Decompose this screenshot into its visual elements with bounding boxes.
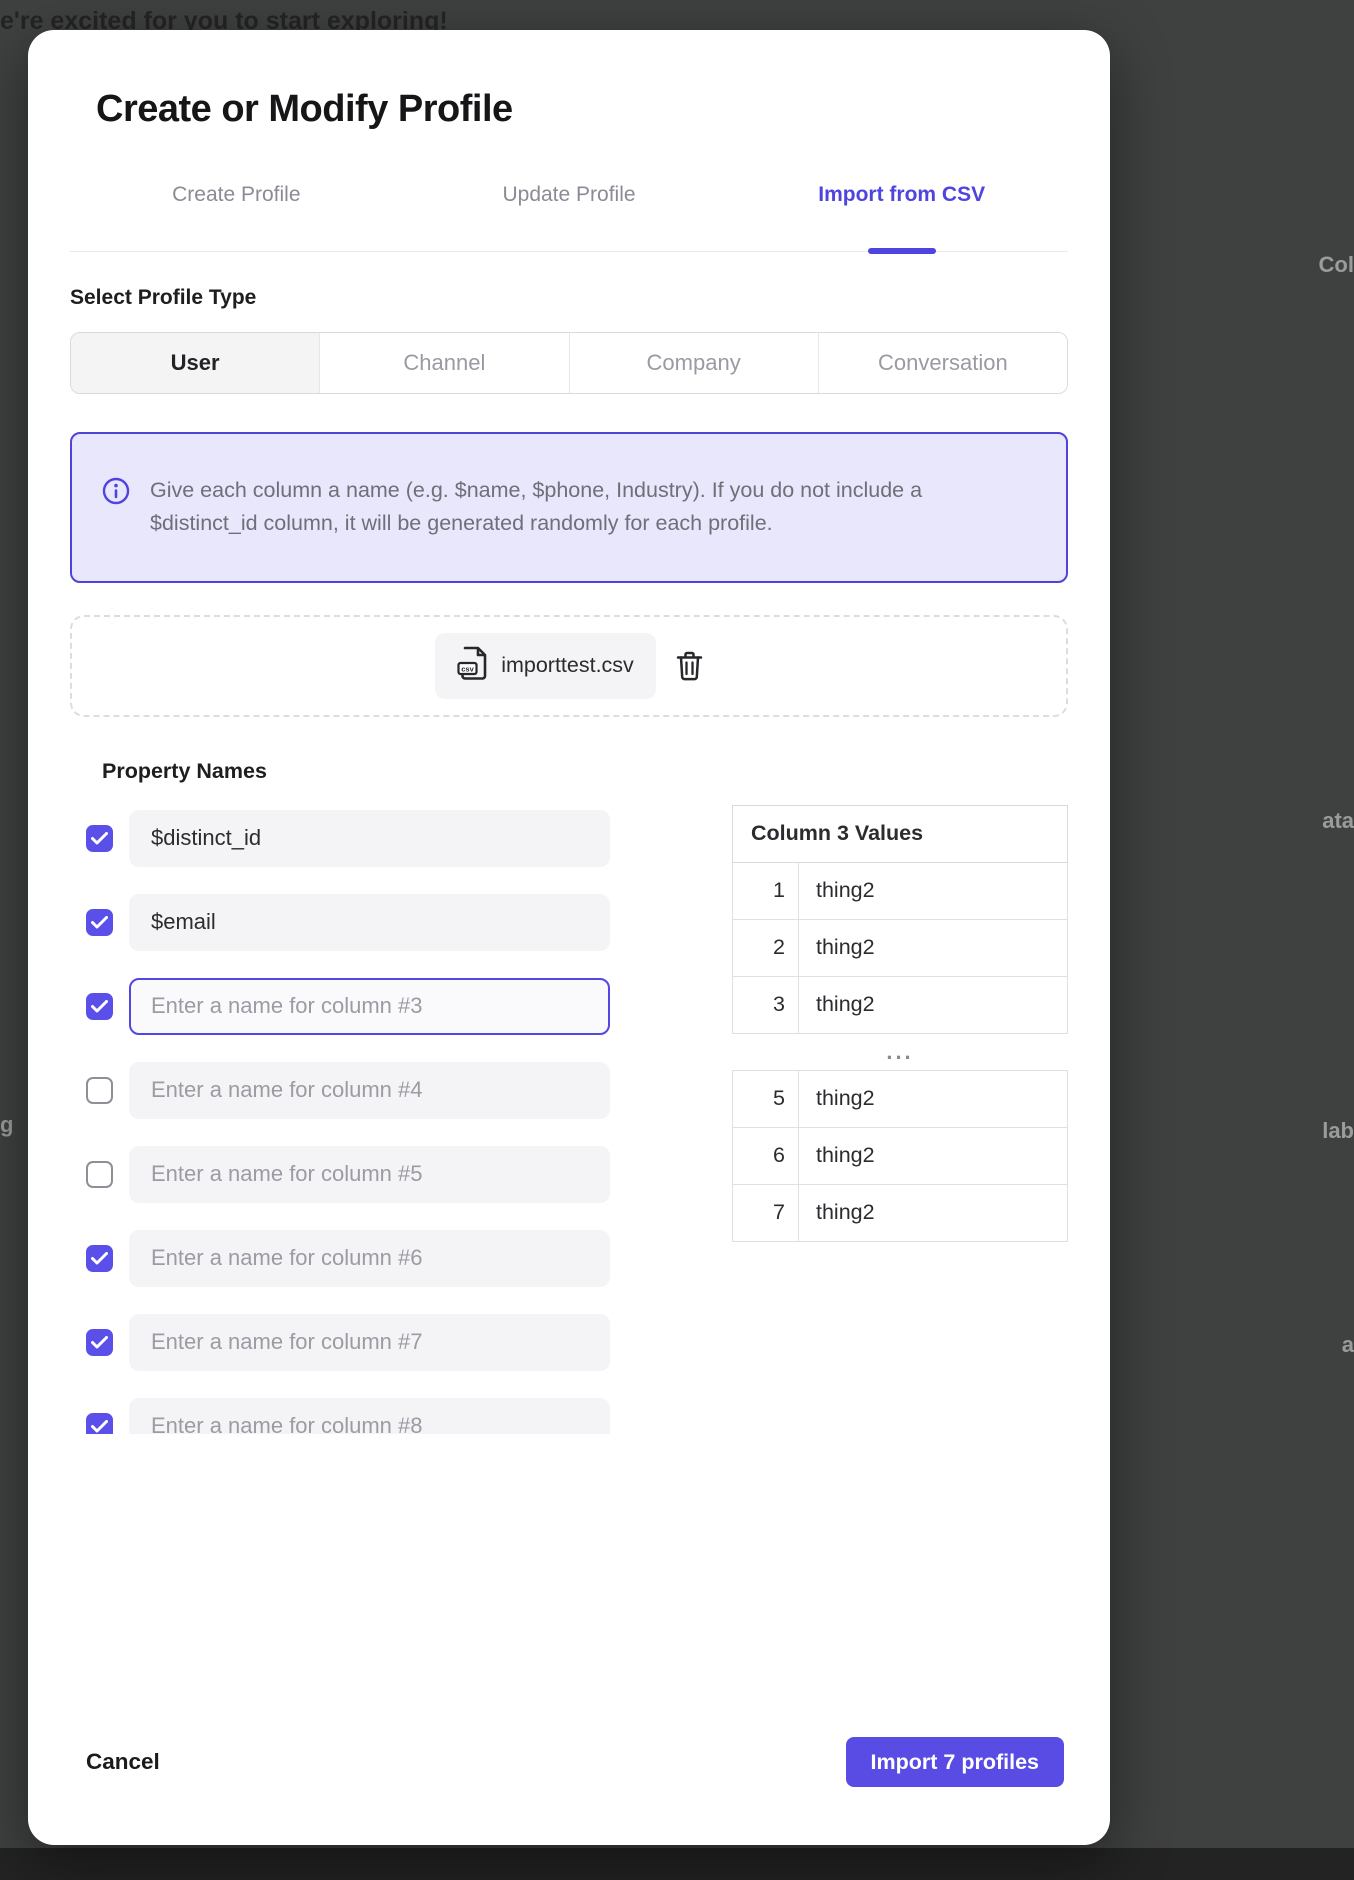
row-value: thing2	[799, 1127, 1068, 1184]
svg-text:csv: csv	[461, 664, 474, 673]
column-7-name-input[interactable]	[129, 1314, 610, 1371]
column-6-name-input[interactable]	[129, 1230, 610, 1287]
uploaded-file-name: importtest.csv	[501, 653, 634, 678]
background-fragment: lab	[1322, 1118, 1354, 1144]
profile-type-channel[interactable]: Channel	[319, 333, 568, 393]
trash-icon[interactable]	[676, 651, 703, 681]
column-values-table-bottom: 5 thing2 6 thing2 7 thing2	[732, 1070, 1068, 1242]
info-banner-text: Give each column a name (e.g. $name, $ph…	[150, 474, 1030, 541]
row-value: thing2	[799, 862, 1068, 919]
background-fragment: a	[1342, 1332, 1354, 1358]
column-4-checkbox[interactable]	[86, 1077, 113, 1104]
row-value: thing2	[799, 919, 1068, 976]
property-row-8	[86, 1398, 610, 1434]
table-row: 5 thing2	[733, 1070, 1068, 1127]
cancel-button[interactable]: Cancel	[86, 1749, 160, 1775]
table-row: 1 thing2	[733, 862, 1068, 919]
row-value: thing2	[799, 1184, 1068, 1241]
select-profile-type-label: Select Profile Type	[70, 286, 1068, 310]
property-row-3	[86, 978, 610, 1035]
tab-update-profile[interactable]: Update Profile	[403, 183, 736, 251]
profile-type-conversation[interactable]: Conversation	[818, 333, 1067, 393]
row-value: thing2	[799, 976, 1068, 1033]
property-names-section: Property Names	[86, 759, 610, 1434]
property-row-6	[86, 1230, 610, 1287]
property-names-list	[86, 810, 610, 1434]
column-3-name-input[interactable]	[129, 978, 610, 1035]
row-number: 2	[733, 919, 799, 976]
column-1-checkbox[interactable]	[86, 825, 113, 852]
column-values-header: Column 3 Values	[733, 805, 1068, 862]
column-values-preview: Column 3 Values 1 thing2 2 thing2 3 thin…	[732, 805, 1068, 1434]
csv-file-icon: csv	[457, 646, 488, 686]
info-icon	[102, 477, 130, 510]
row-number: 1	[733, 862, 799, 919]
property-row-2	[86, 894, 610, 951]
column-5-checkbox[interactable]	[86, 1161, 113, 1188]
dialog-tabbar: Create Profile Update Profile Import fro…	[70, 183, 1068, 252]
column-3-checkbox[interactable]	[86, 993, 113, 1020]
uploaded-file-chip[interactable]: csv importtest.csv	[435, 633, 656, 699]
csv-dropzone[interactable]: csv importtest.csv	[70, 615, 1068, 717]
background-fragment: g	[0, 1112, 13, 1138]
import-profiles-button[interactable]: Import 7 profiles	[846, 1737, 1064, 1787]
row-value: thing2	[799, 1070, 1068, 1127]
property-row-7	[86, 1314, 610, 1371]
row-number: 6	[733, 1127, 799, 1184]
column-4-name-input[interactable]	[129, 1062, 610, 1119]
column-1-name-input[interactable]	[129, 810, 610, 867]
rows-ellipsis: ...	[732, 1034, 1068, 1070]
dialog-title: Create or Modify Profile	[96, 88, 1068, 131]
column-values-table-top: Column 3 Values 1 thing2 2 thing2 3 thin…	[732, 805, 1068, 1034]
background-fragment: ata	[1322, 808, 1354, 834]
property-row-5	[86, 1146, 610, 1203]
profile-type-user[interactable]: User	[71, 333, 319, 393]
info-banner: Give each column a name (e.g. $name, $ph…	[70, 432, 1068, 583]
column-7-checkbox[interactable]	[86, 1329, 113, 1356]
column-2-checkbox[interactable]	[86, 909, 113, 936]
profile-type-segmented-control: User Channel Company Conversation	[70, 332, 1068, 394]
row-number: 3	[733, 976, 799, 1033]
dialog-footer: Cancel Import 7 profiles	[86, 1737, 1064, 1787]
column-2-name-input[interactable]	[129, 894, 610, 951]
table-row: 7 thing2	[733, 1184, 1068, 1241]
row-number: 7	[733, 1184, 799, 1241]
column-8-name-input[interactable]	[129, 1398, 610, 1434]
create-or-modify-profile-dialog: Create or Modify Profile Create Profile …	[28, 30, 1110, 1845]
property-row-4	[86, 1062, 610, 1119]
background-fragment: Col	[1319, 252, 1354, 278]
column-8-checkbox[interactable]	[86, 1413, 113, 1434]
background-bottom-strip	[0, 1848, 1354, 1880]
property-row-1	[86, 810, 610, 867]
profile-type-company[interactable]: Company	[569, 333, 818, 393]
table-row: 2 thing2	[733, 919, 1068, 976]
table-row: 3 thing2	[733, 976, 1068, 1033]
table-row: 6 thing2	[733, 1127, 1068, 1184]
tab-import-from-csv[interactable]: Import from CSV	[735, 183, 1068, 251]
column-5-name-input[interactable]	[129, 1146, 610, 1203]
tab-create-profile[interactable]: Create Profile	[70, 183, 403, 251]
row-number: 5	[733, 1070, 799, 1127]
property-names-label: Property Names	[102, 759, 610, 784]
column-6-checkbox[interactable]	[86, 1245, 113, 1272]
